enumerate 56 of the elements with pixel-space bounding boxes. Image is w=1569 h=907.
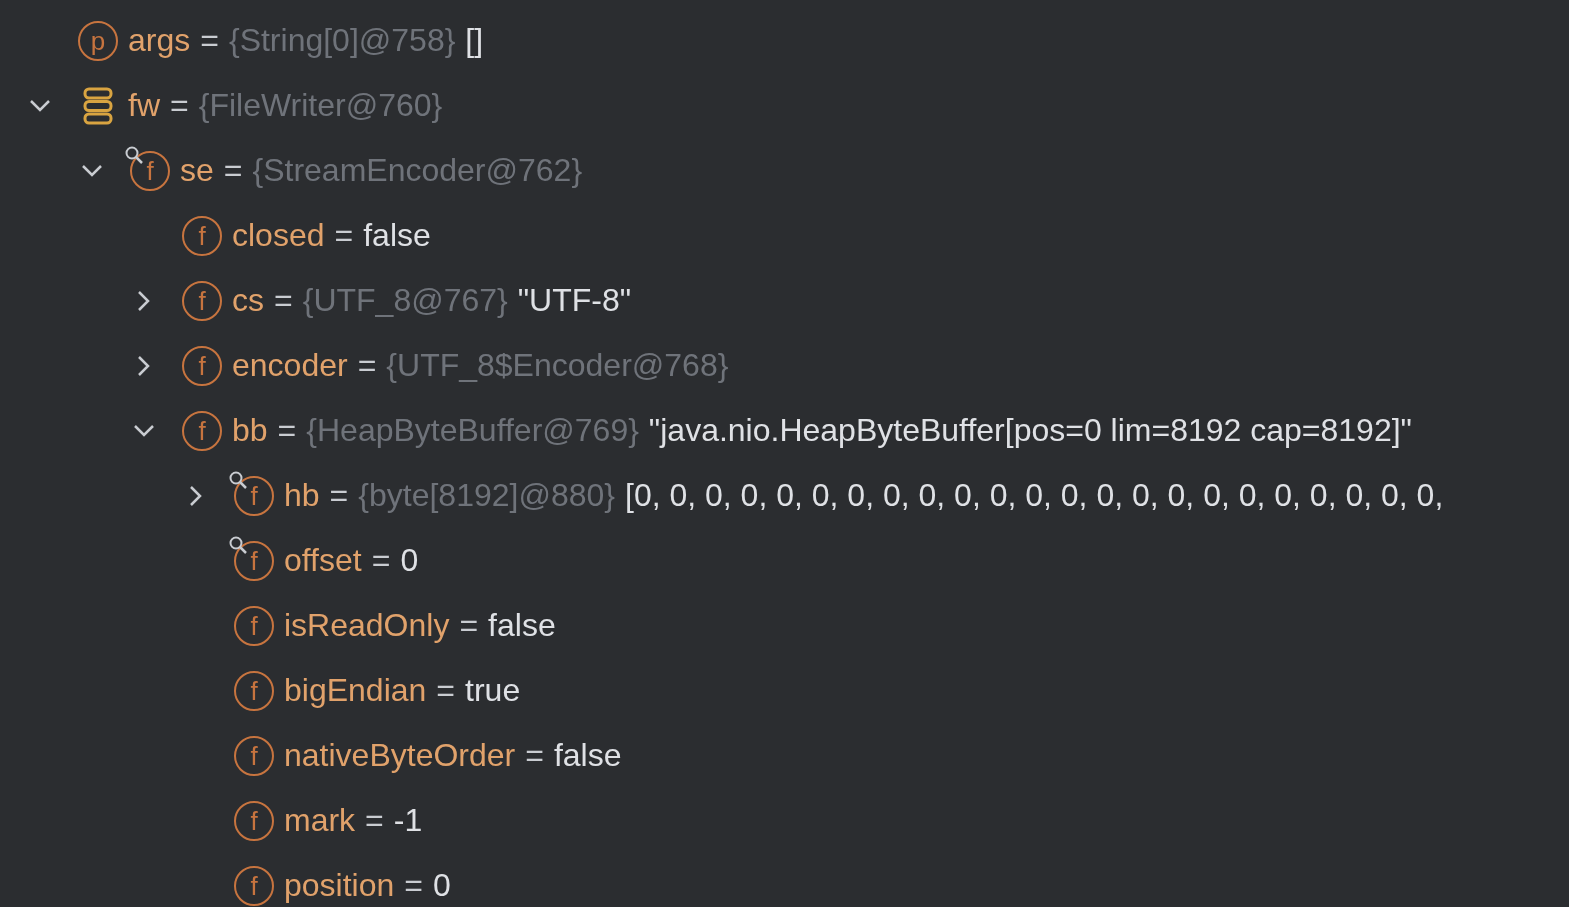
- variable-name: position: [284, 867, 395, 904]
- equals-sign: =: [170, 87, 189, 124]
- parameter-icon: p: [78, 20, 118, 61]
- variable-name: isReadOnly: [284, 607, 450, 644]
- variable-name: nativeByteOrder: [284, 737, 516, 774]
- equals-sign: =: [525, 737, 544, 774]
- variable-name: se: [180, 152, 214, 189]
- object-reference: {String[0]@758}: [228, 22, 456, 59]
- object-reference: {byte[8192]@880}: [358, 477, 615, 514]
- equals-sign: =: [223, 152, 243, 189]
- variable-value: -1: [393, 802, 423, 839]
- equals-sign: =: [274, 282, 293, 319]
- variable-name: args: [128, 22, 191, 59]
- equals-sign: =: [459, 607, 479, 644]
- variable-name: offset: [284, 542, 362, 579]
- variable-name: bb: [232, 412, 268, 449]
- equals-sign: =: [371, 542, 391, 579]
- equals-sign: =: [365, 802, 384, 839]
- variable-value: "java.nio.HeapByteBuffer[pos=0 lim=8192 cap=8192]": [648, 412, 1412, 449]
- equals-sign: =: [334, 217, 354, 254]
- variable-value: []: [465, 22, 484, 59]
- equals-sign: =: [404, 867, 423, 904]
- variable-value: false: [553, 737, 622, 774]
- variable-value: false: [488, 607, 556, 644]
- variable-name: bigEndian: [284, 672, 427, 709]
- variable-value: 0: [400, 542, 419, 579]
- equals-sign: =: [329, 477, 349, 514]
- object-reference: {UTF_8$Encoder@768}: [386, 347, 729, 384]
- object-reference: {FileWriter@760}: [198, 87, 443, 124]
- equals-sign: =: [277, 412, 297, 449]
- equals-sign: =: [436, 672, 456, 709]
- field-icon: f: [182, 280, 222, 321]
- variable-name: closed: [232, 217, 325, 254]
- field-icon: f: [182, 215, 222, 256]
- object-reference: {UTF_8@767}: [302, 282, 508, 319]
- field-icon: f: [234, 605, 274, 646]
- variable-value: "UTF-8": [517, 282, 632, 319]
- variable-name: mark: [284, 802, 356, 839]
- variable-name: cs: [232, 282, 264, 319]
- object-reference: {HeapByteBuffer@769}: [306, 412, 639, 449]
- object-reference: {StreamEncoder@762}: [252, 152, 583, 189]
- equals-sign: =: [200, 22, 219, 59]
- variable-value: false: [363, 217, 431, 254]
- field-icon: f: [182, 410, 222, 451]
- variable-name: hb: [284, 477, 320, 514]
- variable-value: true: [465, 672, 521, 709]
- field-icon: f: [234, 670, 274, 711]
- field-icon: f: [182, 345, 222, 386]
- field-icon: f: [234, 800, 274, 841]
- field-icon: f: [234, 865, 274, 906]
- variable-value: 0: [433, 867, 451, 904]
- variable-name: fw: [128, 87, 160, 124]
- equals-sign: =: [357, 347, 377, 384]
- variable-value: [0, 0, 0, 0, 0, 0, 0, 0, 0, 0, 0, 0, 0, 0, 0, 0, 0, 0, 0, 0, 0, 0, 0,: [625, 477, 1444, 514]
- field-icon: f: [234, 735, 274, 776]
- variable-name: encoder: [232, 347, 348, 384]
